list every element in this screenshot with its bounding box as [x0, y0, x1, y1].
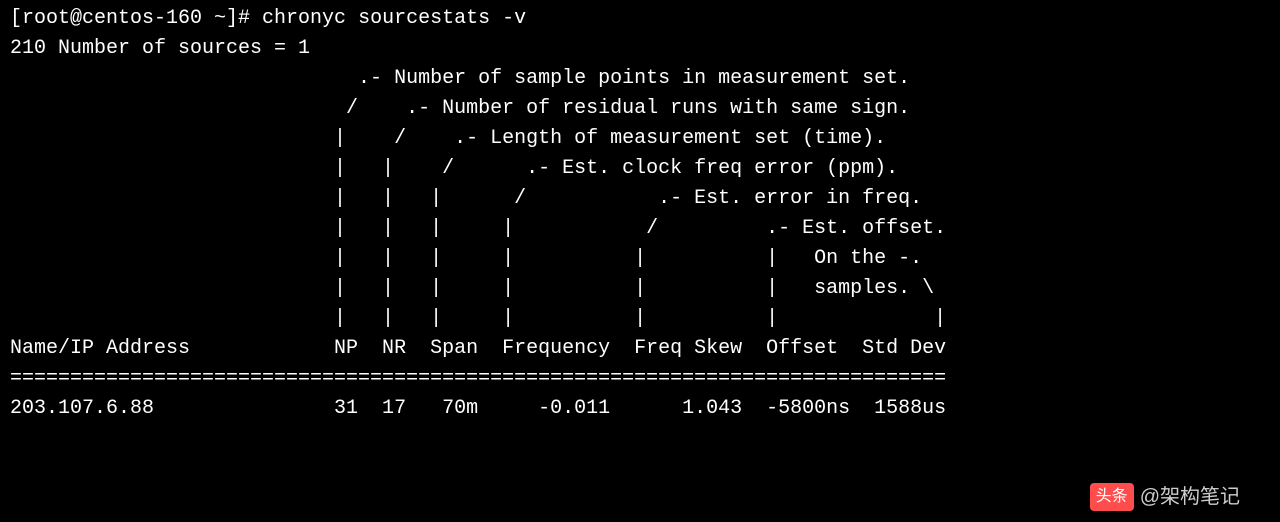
separator-line: ========================================… [10, 367, 946, 390]
column-headers: Name/IP Address NP NR Span Frequency Fre… [10, 337, 946, 360]
diagram-line-5: | | | / .- Est. error in freq. [10, 187, 922, 210]
watermark: 头条 @架构笔记 [1090, 482, 1240, 512]
terminal-output: [root@centos-160 ~]# chronyc sourcestats… [0, 0, 1280, 428]
diagram-line-7: | | | | | | On the -. [10, 247, 922, 270]
diagram-line-6: | | | | / .- Est. offset. [10, 217, 946, 240]
diagram-line-9: | | | | | | | [10, 307, 946, 330]
watermark-text: @架构笔记 [1140, 482, 1240, 512]
diagram-line-1: .- Number of sample points in measuremen… [10, 67, 910, 90]
diagram-line-4: | | / .- Est. clock freq error (ppm). [10, 157, 898, 180]
diagram-line-8: | | | | | | samples. \ [10, 277, 934, 300]
command-text: chronyc sourcestats -v [262, 7, 526, 30]
diagram-line-2: / .- Number of residual runs with same s… [10, 97, 910, 120]
data-row: 203.107.6.88 31 17 70m -0.011 1.043 -580… [10, 397, 946, 420]
diagram-line-3: | / .- Length of measurement set (time). [10, 127, 886, 150]
source-count-line: 210 Number of sources = 1 [10, 37, 310, 60]
shell-prompt: [root@centos-160 ~]# [10, 7, 262, 30]
watermark-badge-icon: 头条 [1090, 483, 1134, 511]
